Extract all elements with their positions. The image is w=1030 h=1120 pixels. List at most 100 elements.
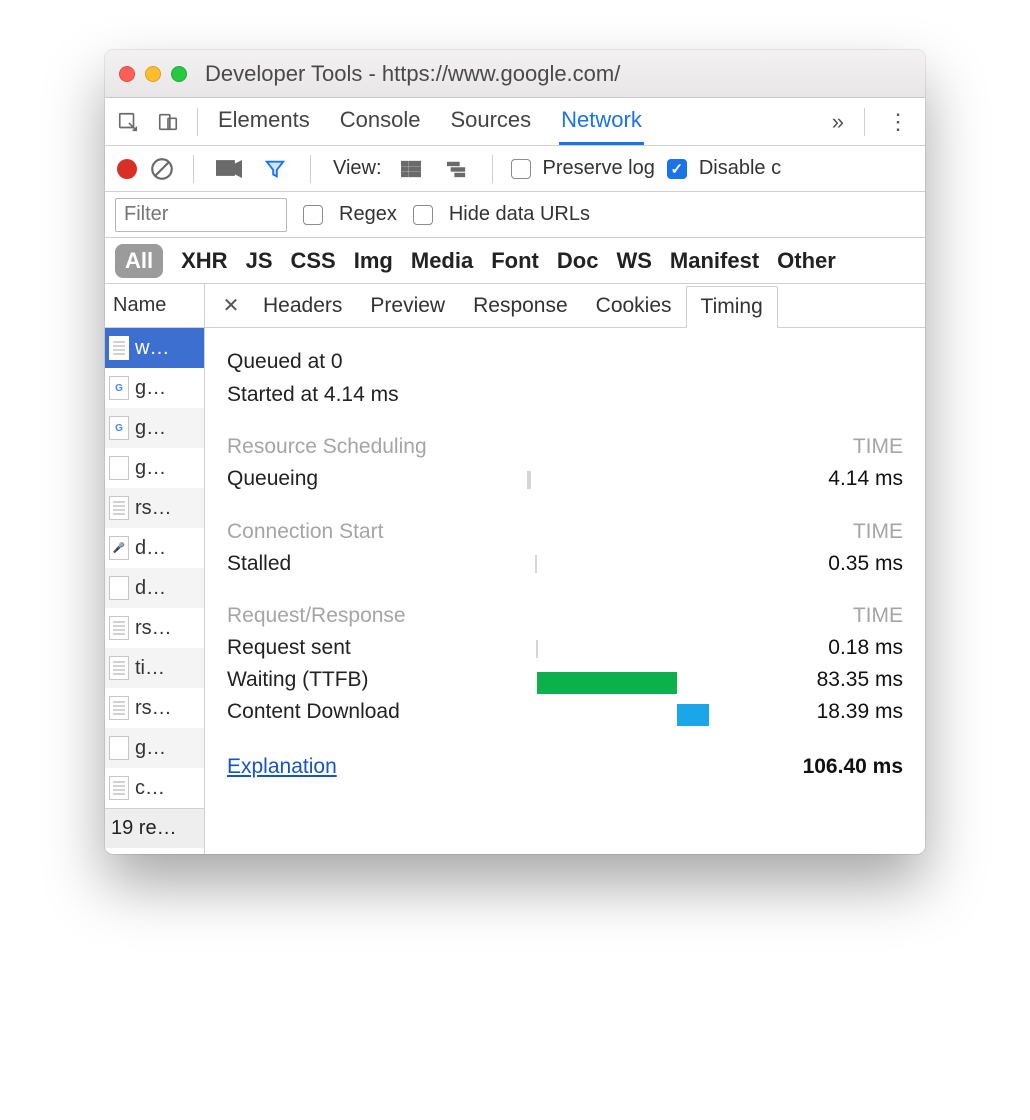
request-sent-label: Request sent bbox=[227, 632, 527, 665]
tab-sources[interactable]: Sources bbox=[448, 99, 533, 145]
download-value: 18.39 ms bbox=[817, 696, 903, 729]
waiting-ttfb-row: Waiting (TTFB) 83.35 ms bbox=[227, 665, 903, 697]
stalled-value: 0.35 ms bbox=[828, 548, 903, 581]
toggle-device-toolbar-icon[interactable] bbox=[151, 105, 185, 139]
filter-other[interactable]: Other bbox=[777, 248, 836, 274]
request-item[interactable]: g… bbox=[105, 728, 204, 768]
explanation-link[interactable]: Explanation bbox=[227, 751, 337, 784]
network-toolbar: View: Preserve log Disable c bbox=[105, 146, 925, 192]
regex-checkbox[interactable] bbox=[303, 205, 323, 225]
waterfall-view-icon[interactable] bbox=[440, 152, 474, 186]
close-window-button[interactable] bbox=[119, 66, 135, 82]
timing-panel: Queued at 0 Started at 4.14 ms Resource … bbox=[205, 328, 925, 805]
settings-menu-icon[interactable]: ⋮ bbox=[877, 116, 919, 127]
file-icon bbox=[109, 656, 129, 680]
request-item[interactable]: d… bbox=[105, 568, 204, 608]
detail-tabs: ✕ Headers Preview Response Cookies Timin… bbox=[205, 284, 925, 328]
request-item[interactable]: w… bbox=[105, 328, 204, 368]
resource-type-filters: All XHR JS CSS Img Media Font Doc WS Man… bbox=[105, 238, 925, 284]
filter-input[interactable] bbox=[115, 198, 287, 232]
large-rows-icon[interactable] bbox=[394, 152, 428, 186]
request-item[interactable]: ti… bbox=[105, 648, 204, 688]
request-response-section: Request/Response TIME Request sent 0.18 … bbox=[227, 600, 903, 729]
preserve-log-checkbox[interactable] bbox=[511, 159, 531, 179]
tab-console[interactable]: Console bbox=[338, 99, 423, 145]
filter-js[interactable]: JS bbox=[246, 248, 273, 274]
clear-log-icon[interactable] bbox=[149, 156, 175, 182]
capture-screenshots-icon[interactable] bbox=[212, 152, 246, 186]
filter-ws[interactable]: WS bbox=[616, 248, 651, 274]
time-header: TIME bbox=[853, 516, 903, 549]
regex-label: Regex bbox=[339, 203, 397, 226]
request-summary: 19 re… bbox=[105, 808, 204, 848]
file-icon bbox=[109, 576, 129, 600]
preserve-log-label: Preserve log bbox=[543, 157, 655, 180]
stalled-row: Stalled 0.35 ms bbox=[227, 548, 903, 580]
tab-timing[interactable]: Timing bbox=[686, 286, 778, 328]
file-icon bbox=[109, 496, 129, 520]
hide-data-urls-checkbox[interactable] bbox=[413, 205, 433, 225]
request-item[interactable]: g… bbox=[105, 368, 204, 408]
filter-font[interactable]: Font bbox=[491, 248, 539, 274]
request-name: rs… bbox=[135, 497, 172, 520]
close-detail-icon[interactable]: ✕ bbox=[213, 293, 249, 318]
minimize-window-button[interactable] bbox=[145, 66, 161, 82]
tab-preview[interactable]: Preview bbox=[356, 286, 459, 326]
divider bbox=[193, 155, 194, 183]
file-icon bbox=[109, 536, 129, 560]
file-icon bbox=[109, 776, 129, 800]
more-tabs-icon[interactable]: » bbox=[824, 109, 852, 135]
filter-xhr[interactable]: XHR bbox=[181, 248, 227, 274]
request-item[interactable]: d… bbox=[105, 528, 204, 568]
tab-elements[interactable]: Elements bbox=[216, 99, 312, 145]
queueing-label: Queueing bbox=[227, 463, 527, 496]
tab-cookies[interactable]: Cookies bbox=[582, 286, 686, 326]
divider bbox=[310, 155, 311, 183]
divider bbox=[864, 108, 865, 136]
zoom-window-button[interactable] bbox=[171, 66, 187, 82]
request-detail: ✕ Headers Preview Response Cookies Timin… bbox=[205, 284, 925, 854]
request-sent-row: Request sent 0.18 ms bbox=[227, 633, 903, 665]
request-name: w… bbox=[135, 337, 169, 360]
file-icon bbox=[109, 376, 129, 400]
request-name: c… bbox=[135, 777, 165, 800]
inspect-element-icon[interactable] bbox=[111, 105, 145, 139]
tab-headers[interactable]: Headers bbox=[249, 286, 356, 326]
filter-doc[interactable]: Doc bbox=[557, 248, 599, 274]
filter-css[interactable]: CSS bbox=[291, 248, 336, 274]
divider bbox=[492, 155, 493, 183]
connection-start-section: Connection Start TIME Stalled 0.35 ms bbox=[227, 516, 903, 581]
traffic-lights bbox=[119, 66, 187, 82]
filter-media[interactable]: Media bbox=[411, 248, 473, 274]
ttfb-bar bbox=[537, 672, 677, 694]
resource-scheduling-section: Resource Scheduling TIME Queueing 4.14 m… bbox=[227, 431, 903, 496]
stalled-bar bbox=[535, 555, 537, 573]
file-icon bbox=[109, 696, 129, 720]
tab-response[interactable]: Response bbox=[459, 286, 582, 326]
file-icon bbox=[109, 336, 129, 360]
request-item[interactable]: rs… bbox=[105, 488, 204, 528]
request-item[interactable]: rs… bbox=[105, 688, 204, 728]
devtools-window: Developer Tools - https://www.google.com… bbox=[105, 50, 925, 854]
filter-img[interactable]: Img bbox=[354, 248, 393, 274]
total-time: 106.40 ms bbox=[803, 751, 903, 784]
request-item[interactable]: g… bbox=[105, 408, 204, 448]
name-column-header[interactable]: Name bbox=[105, 284, 204, 328]
devtools-toolbar: Elements Console Sources Network » ⋮ bbox=[105, 98, 925, 146]
disable-cache-checkbox[interactable] bbox=[667, 159, 687, 179]
request-item[interactable]: rs… bbox=[105, 608, 204, 648]
tab-network[interactable]: Network bbox=[559, 99, 644, 145]
timing-footer: Explanation 106.40 ms bbox=[227, 751, 903, 784]
filter-manifest[interactable]: Manifest bbox=[670, 248, 759, 274]
disable-cache-label: Disable c bbox=[699, 157, 781, 180]
section-header: Connection Start bbox=[227, 516, 383, 549]
request-item[interactable]: c… bbox=[105, 768, 204, 808]
stalled-label: Stalled bbox=[227, 548, 527, 581]
record-button[interactable] bbox=[117, 159, 137, 179]
filter-all[interactable]: All bbox=[115, 244, 163, 278]
time-header: TIME bbox=[853, 431, 903, 464]
request-item[interactable]: g… bbox=[105, 448, 204, 488]
filter-toggle-icon[interactable] bbox=[258, 152, 292, 186]
window-title: Developer Tools - https://www.google.com… bbox=[205, 61, 620, 87]
request-sent-value: 0.18 ms bbox=[828, 632, 903, 665]
